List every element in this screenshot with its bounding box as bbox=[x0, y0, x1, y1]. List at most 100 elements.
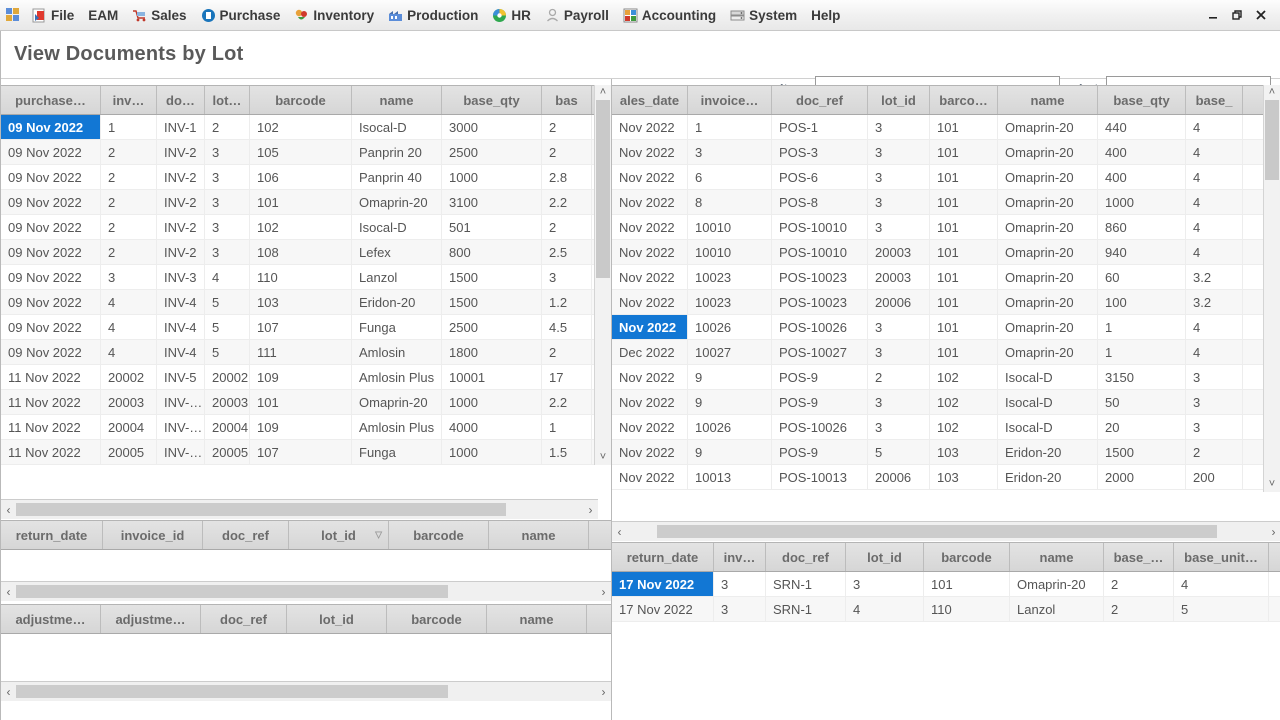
column-header-name[interactable]: name bbox=[487, 605, 587, 633]
table-cell[interactable]: 20002 bbox=[101, 365, 157, 389]
table-cell[interactable]: 110 bbox=[924, 597, 1010, 621]
table-cell[interactable]: 4 bbox=[1174, 572, 1269, 596]
hscroll-track[interactable] bbox=[627, 525, 1266, 538]
table-cell[interactable]: Nov 2022 bbox=[612, 415, 688, 439]
column-header-invoice_id[interactable]: invoice_id bbox=[103, 521, 203, 549]
table-cell[interactable]: 100 bbox=[1098, 290, 1186, 314]
table-cell[interactable]: 3 bbox=[868, 165, 930, 189]
table-cell[interactable]: 3 bbox=[868, 140, 930, 164]
table-row[interactable]: Nov 2022 8 POS-8 3 101 Omaprin-20 1000 4 bbox=[612, 190, 1280, 215]
table-cell[interactable]: Isocal-D bbox=[352, 215, 442, 239]
table-cell[interactable]: 2 bbox=[1104, 597, 1174, 621]
column-header-lot[interactable]: lot… bbox=[205, 86, 250, 114]
table-row[interactable]: Nov 2022 3 POS-3 3 101 Omaprin-20 400 4 bbox=[612, 140, 1280, 165]
table-cell[interactable]: 108 bbox=[250, 240, 352, 264]
column-header-barco[interactable]: barco… bbox=[930, 86, 998, 114]
table-cell[interactable]: 2 bbox=[101, 190, 157, 214]
vscroll-thumb[interactable] bbox=[1265, 100, 1279, 180]
table-cell[interactable]: Nov 2022 bbox=[612, 115, 688, 139]
table-cell[interactable]: INV-… bbox=[157, 440, 205, 464]
table-row[interactable]: Nov 2022 10010 POS-10010 20003 101 Omaprin-20… bbox=[612, 240, 1280, 265]
scroll-left-icon[interactable]: ‹ bbox=[612, 525, 627, 539]
table-row[interactable]: 11 Nov 2022 20005 INV-… 20005 107 Funga 1000 1.… bbox=[1, 440, 611, 465]
adjustment-hscrollbar[interactable]: ‹ › bbox=[1, 681, 611, 701]
table-cell[interactable]: 4 bbox=[1186, 340, 1243, 364]
table-cell[interactable]: 4 bbox=[1186, 190, 1243, 214]
table-cell[interactable]: INV-4 bbox=[157, 290, 205, 314]
table-cell[interactable]: 107 bbox=[250, 315, 352, 339]
table-cell[interactable]: Omaprin-20 bbox=[998, 165, 1098, 189]
table-cell[interactable]: INV-2 bbox=[157, 190, 205, 214]
table-cell[interactable]: 1 bbox=[688, 115, 772, 139]
column-header-name[interactable]: name bbox=[1010, 543, 1104, 571]
column-header-invoice[interactable]: invoice… bbox=[688, 86, 772, 114]
table-cell[interactable]: 440 bbox=[1098, 115, 1186, 139]
vscroll-thumb[interactable] bbox=[596, 100, 610, 278]
table-cell[interactable]: 2 bbox=[542, 140, 592, 164]
table-cell[interactable]: 20003 bbox=[868, 265, 930, 289]
table-cell[interactable]: 50 bbox=[1098, 390, 1186, 414]
scroll-down-icon[interactable]: ˅ bbox=[595, 450, 611, 465]
table-cell[interactable]: 3 bbox=[714, 597, 766, 621]
table-cell[interactable]: INV-3 bbox=[157, 265, 205, 289]
table-cell[interactable]: 3 bbox=[1186, 390, 1243, 414]
table-cell[interactable]: 10010 bbox=[688, 215, 772, 239]
table-cell[interactable]: Amlosin Plus bbox=[352, 415, 442, 439]
table-cell[interactable]: 3 bbox=[868, 190, 930, 214]
table-row[interactable]: Nov 2022 9 POS-9 5 103 Eridon-20 1500 2 bbox=[612, 440, 1280, 465]
table-cell[interactable]: Nov 2022 bbox=[612, 165, 688, 189]
sales-grid-body[interactable]: Nov 2022 1 POS-1 3 101 Omaprin-20 440 4 Nov 2022… bbox=[612, 115, 1280, 490]
table-row[interactable]: Nov 2022 6 POS-6 3 101 Omaprin-20 400 4 bbox=[612, 165, 1280, 190]
column-header-base_qty[interactable]: base_qty bbox=[442, 86, 542, 114]
table-row[interactable]: 09 Nov 2022 2 INV-2 3 102 Isocal-D 501 2 bbox=[1, 215, 611, 240]
table-cell[interactable]: INV-4 bbox=[157, 340, 205, 364]
table-cell[interactable]: 9 bbox=[688, 365, 772, 389]
table-cell[interactable]: INV-4 bbox=[157, 315, 205, 339]
table-row[interactable]: 17 Nov 2022 3 SRN-1 4 110 Lanzol 2 5 bbox=[612, 597, 1280, 622]
table-cell[interactable]: 3 bbox=[205, 240, 250, 264]
table-cell[interactable]: POS-10023 bbox=[772, 265, 868, 289]
table-row[interactable]: 09 Nov 2022 2 INV-2 3 105 Panprin 20 2500 2 bbox=[1, 140, 611, 165]
table-cell[interactable]: POS-6 bbox=[772, 165, 868, 189]
hscroll-track[interactable] bbox=[16, 503, 583, 516]
menu-item-help[interactable]: Help bbox=[805, 3, 848, 27]
table-row[interactable]: 09 Nov 2022 2 INV-2 3 108 Lefex 800 2.5 bbox=[1, 240, 611, 265]
table-cell[interactable]: INV-2 bbox=[157, 165, 205, 189]
table-cell[interactable]: 4 bbox=[1186, 165, 1243, 189]
table-cell[interactable]: 1 bbox=[542, 415, 592, 439]
table-cell[interactable]: INV-5 bbox=[157, 365, 205, 389]
table-cell[interactable]: Omaprin-20 bbox=[998, 190, 1098, 214]
scroll-left-icon[interactable]: ‹ bbox=[1, 685, 16, 699]
table-cell[interactable]: 101 bbox=[930, 140, 998, 164]
table-cell[interactable]: 09 Nov 2022 bbox=[1, 165, 101, 189]
table-cell[interactable]: 11 Nov 2022 bbox=[1, 365, 101, 389]
table-cell[interactable]: 101 bbox=[930, 265, 998, 289]
table-cell[interactable]: 10026 bbox=[688, 415, 772, 439]
table-cell[interactable]: 102 bbox=[250, 115, 352, 139]
column-header-doc_ref[interactable]: doc_ref bbox=[201, 605, 287, 633]
column-header-barcode[interactable]: barcode bbox=[250, 86, 352, 114]
table-cell[interactable]: 4 bbox=[846, 597, 924, 621]
table-row[interactable]: Dec 2022 10027 POS-10027 3 101 Omaprin-20 1 4 bbox=[612, 340, 1280, 365]
scroll-right-icon[interactable]: › bbox=[1266, 525, 1280, 539]
table-cell[interactable]: 3 bbox=[868, 215, 930, 239]
table-cell[interactable]: 3 bbox=[868, 115, 930, 139]
table-cell[interactable]: Nov 2022 bbox=[612, 465, 688, 489]
hscroll-thumb[interactable] bbox=[657, 525, 1217, 538]
column-header-base_qty[interactable]: base_qty bbox=[1098, 86, 1186, 114]
table-cell[interactable]: 2000 bbox=[1098, 465, 1186, 489]
table-cell[interactable]: POS-3 bbox=[772, 140, 868, 164]
table-cell[interactable]: POS-9 bbox=[772, 440, 868, 464]
table-cell[interactable]: 101 bbox=[930, 190, 998, 214]
table-cell[interactable]: 17 Nov 2022 bbox=[612, 597, 714, 621]
table-cell[interactable]: 3 bbox=[205, 165, 250, 189]
table-cell[interactable]: 10023 bbox=[688, 265, 772, 289]
table-cell[interactable]: POS-10026 bbox=[772, 315, 868, 339]
table-cell[interactable]: 101 bbox=[930, 165, 998, 189]
table-cell[interactable]: 2 bbox=[205, 115, 250, 139]
table-cell[interactable]: 2.5 bbox=[542, 240, 592, 264]
table-cell[interactable]: Isocal-D bbox=[998, 365, 1098, 389]
table-cell[interactable]: 101 bbox=[930, 240, 998, 264]
table-cell[interactable]: 1000 bbox=[442, 390, 542, 414]
table-cell[interactable]: Omaprin-20 bbox=[998, 290, 1098, 314]
